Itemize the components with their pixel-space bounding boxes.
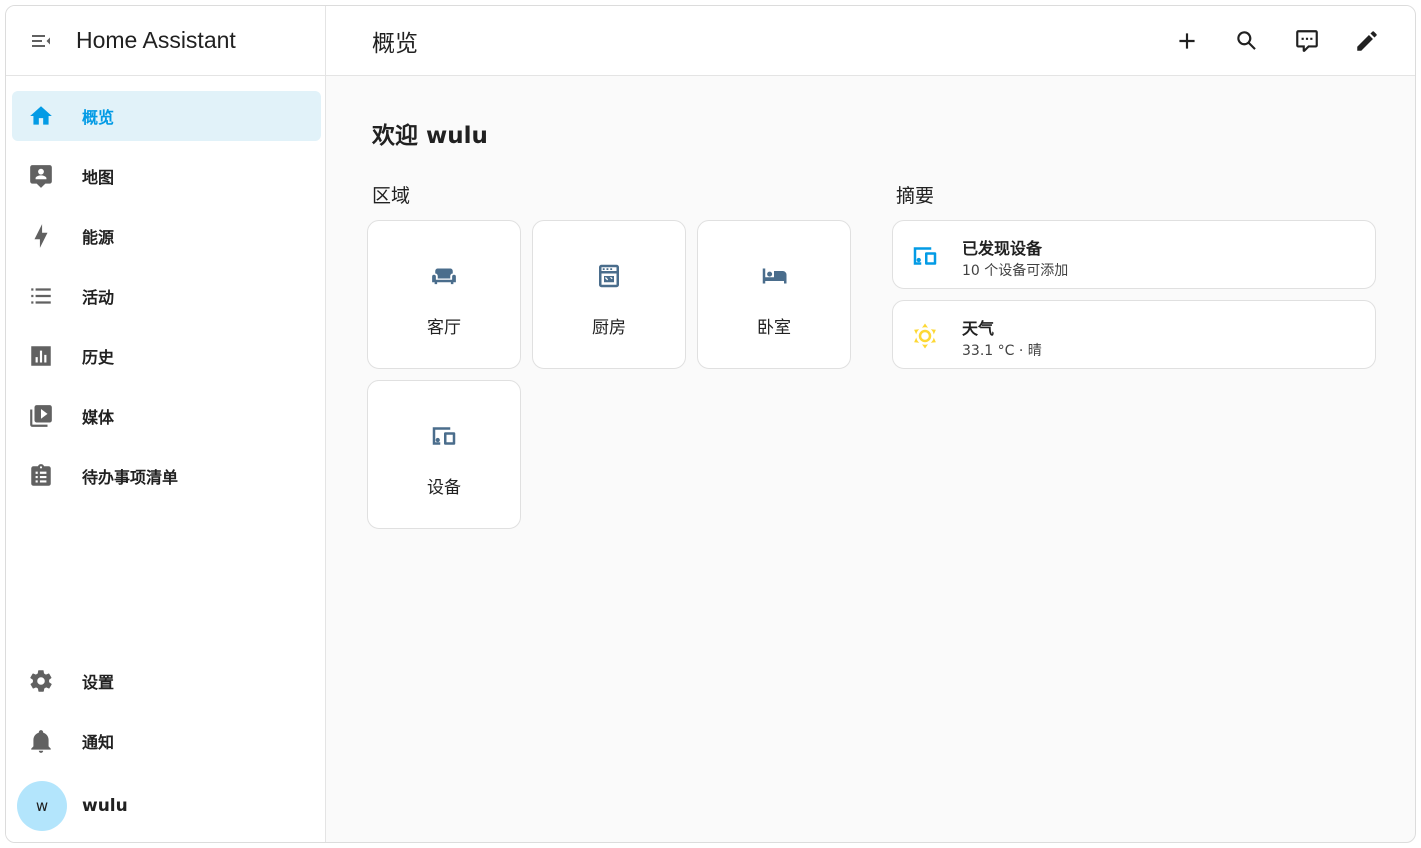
bed-icon bbox=[698, 261, 850, 291]
area-label: 客厅 bbox=[427, 318, 461, 338]
bell-icon bbox=[28, 728, 54, 754]
summary-subtitle: 33.1 °C · 晴 bbox=[962, 343, 1042, 359]
avatar: w bbox=[17, 781, 67, 831]
lightning-icon bbox=[28, 223, 54, 249]
areas-section-title: 区域 bbox=[372, 185, 411, 207]
summary-card-discovered[interactable]: 已发现设备 10 个设备可添加 bbox=[892, 220, 1376, 289]
summary-title: 天气 bbox=[962, 319, 995, 338]
user-name: wulu bbox=[82, 796, 128, 816]
sidebar-item-profile[interactable]: w wulu bbox=[12, 776, 321, 836]
stove-icon bbox=[533, 261, 685, 291]
sidebar-item-settings[interactable]: 设置 bbox=[12, 656, 321, 706]
main-content: 概览 欢迎 wulu 区域 摘要 客厅 厨房 卧室 设备 已发现设备 10 个设… bbox=[326, 6, 1415, 842]
add-button[interactable] bbox=[1157, 11, 1217, 71]
home-icon bbox=[28, 103, 54, 129]
sidebar-item-todo[interactable]: 待办事项清单 bbox=[12, 451, 321, 501]
area-label: 厨房 bbox=[592, 318, 626, 338]
toolbar-actions bbox=[1157, 6, 1397, 76]
search-icon bbox=[1237, 31, 1256, 50]
sidebar-nav: 概览 地图 能源 活动 历史 媒体 待办事项清单 bbox=[6, 76, 325, 501]
sidebar-item-label: 历史 bbox=[82, 348, 115, 367]
area-label: 设备 bbox=[427, 478, 461, 498]
page-title: 概览 bbox=[372, 30, 418, 57]
sidebar-item-overview[interactable]: 概览 bbox=[12, 91, 321, 141]
app-title: Home Assistant bbox=[76, 27, 236, 53]
area-card-kitchen[interactable]: 厨房 bbox=[532, 220, 686, 369]
sidebar-item-energy[interactable]: 能源 bbox=[12, 211, 321, 261]
sidebar-item-notifications[interactable]: 通知 bbox=[12, 716, 321, 766]
sidebar-header: Home Assistant bbox=[6, 6, 325, 76]
sidebar-bottom: 设置 通知 w wulu bbox=[6, 656, 325, 842]
sidebar-item-logbook[interactable]: 活动 bbox=[12, 271, 321, 321]
sidebar-item-map[interactable]: 地图 bbox=[12, 151, 321, 201]
chat-icon bbox=[1296, 30, 1318, 52]
sun-icon bbox=[910, 321, 940, 351]
search-button[interactable] bbox=[1217, 11, 1277, 71]
sidebar-item-media[interactable]: 媒体 bbox=[12, 391, 321, 441]
chart-icon bbox=[28, 343, 54, 369]
assist-button[interactable] bbox=[1277, 11, 1337, 71]
area-card-bedroom[interactable]: 卧室 bbox=[697, 220, 851, 369]
summary-subtitle: 10 个设备可添加 bbox=[962, 263, 1069, 279]
sidebar-item-label: 能源 bbox=[82, 228, 115, 247]
summary-card-weather[interactable]: 天气 33.1 °C · 晴 bbox=[892, 300, 1376, 369]
area-card-devices[interactable]: 设备 bbox=[367, 380, 521, 529]
devices-icon bbox=[910, 241, 940, 271]
pencil-icon bbox=[1357, 31, 1377, 51]
map-person-icon bbox=[28, 163, 54, 189]
menu-collapse-icon[interactable] bbox=[28, 28, 54, 54]
media-library-icon bbox=[28, 403, 54, 429]
summary-section-title: 摘要 bbox=[896, 185, 935, 207]
edit-dashboard-button[interactable] bbox=[1337, 11, 1397, 71]
summary-title: 已发现设备 bbox=[962, 239, 1043, 258]
list-icon bbox=[28, 283, 54, 309]
sidebar-item-label: 地图 bbox=[82, 168, 115, 187]
sofa-icon bbox=[368, 261, 520, 291]
sidebar: Home Assistant 概览 地图 能源 活动 历史 媒体 待办事项清单 … bbox=[6, 6, 326, 842]
devices-icon bbox=[368, 421, 520, 451]
area-label: 卧室 bbox=[757, 318, 791, 338]
top-bar: 概览 bbox=[326, 6, 1415, 76]
clipboard-list-icon bbox=[28, 463, 54, 489]
sidebar-item-label: 活动 bbox=[82, 288, 115, 307]
sidebar-item-label: 媒体 bbox=[82, 408, 115, 427]
area-card-living-room[interactable]: 客厅 bbox=[367, 220, 521, 369]
sidebar-item-history[interactable]: 历史 bbox=[12, 331, 321, 381]
welcome-heading: 欢迎 wulu bbox=[372, 123, 488, 149]
sidebar-item-label: 概览 bbox=[82, 108, 115, 127]
plus-icon bbox=[1179, 33, 1195, 49]
gear-icon bbox=[28, 668, 54, 694]
sidebar-item-label: 通知 bbox=[82, 733, 115, 752]
sidebar-item-label: 待办事项清单 bbox=[82, 468, 179, 487]
sidebar-item-label: 设置 bbox=[82, 673, 115, 692]
app-window: Home Assistant 概览 地图 能源 活动 历史 媒体 待办事项清单 … bbox=[5, 5, 1416, 843]
